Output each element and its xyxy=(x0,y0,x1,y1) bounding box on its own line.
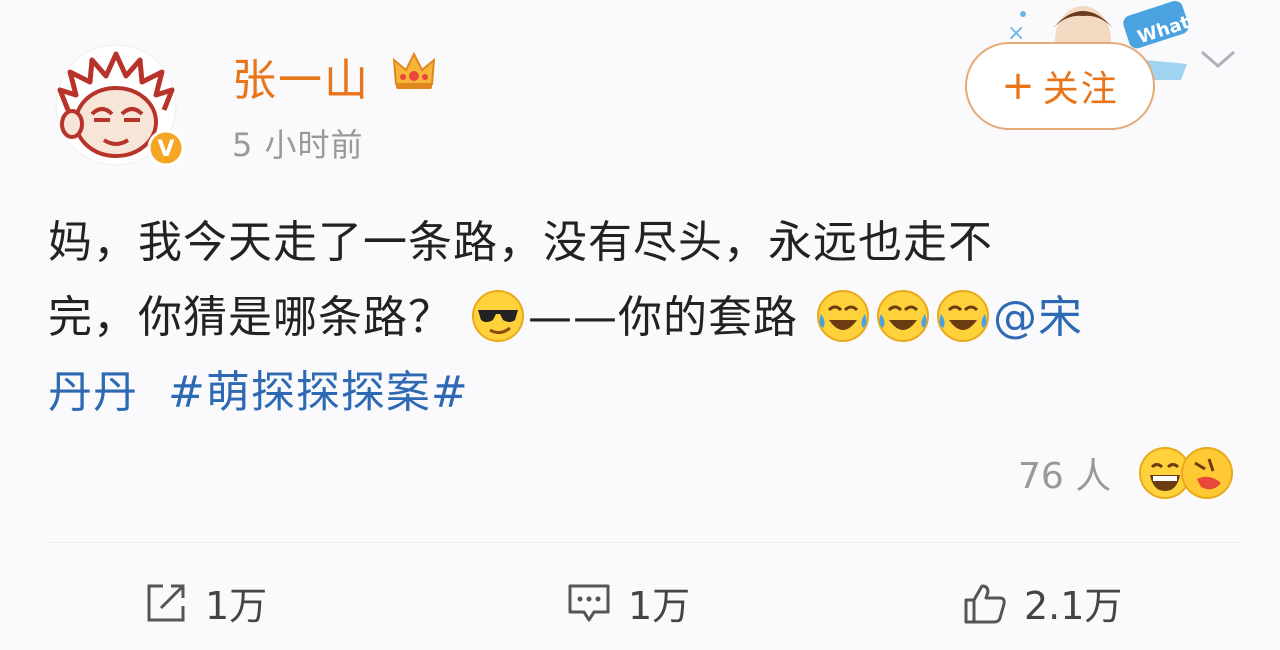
post-time: 5 小时前 xyxy=(232,126,364,164)
divider xyxy=(48,542,1238,543)
repost-button[interactable]: 1万 xyxy=(143,575,267,630)
laugh-cry-emoji-icon xyxy=(937,290,989,342)
mention-link[interactable]: @宋 xyxy=(993,292,1083,343)
comment-icon xyxy=(568,584,610,621)
monkey-avatar-icon: V xyxy=(55,44,185,167)
post-line-2a: 完，你猜是哪条路？ xyxy=(48,292,453,343)
thumbs-up-icon xyxy=(964,584,1006,623)
avatar[interactable]: V xyxy=(48,40,188,170)
comment-button[interactable]: 1万 xyxy=(566,575,690,630)
post-text: 妈，我今天走了一条路，没有尽头，永远也走不 完，你猜是哪条路？ ——你的套路 @… xyxy=(48,205,1238,430)
post-line-2b: ——你的套路 xyxy=(528,292,798,343)
like-count: 2.1万 xyxy=(1024,584,1123,628)
repost-icon xyxy=(147,584,185,621)
repost-count: 1万 xyxy=(205,584,268,628)
laugh-cry-emoji-icon xyxy=(817,290,869,342)
svg-text:V: V xyxy=(157,137,174,162)
follow-label: 关注 xyxy=(1042,69,1119,110)
hashtag-link[interactable]: #萌探探探案# xyxy=(168,367,469,418)
follow-button[interactable]: + 关注 xyxy=(965,42,1155,130)
sunglasses-emoji-icon xyxy=(472,290,524,342)
mention-link-cont[interactable]: 丹丹 xyxy=(48,367,138,418)
reaction-count: 76 人 xyxy=(1018,456,1112,497)
username[interactable]: 张一山 xyxy=(232,44,370,108)
crown-icon xyxy=(392,51,436,89)
laugh-cry-emoji-icon xyxy=(877,290,929,342)
like-button[interactable]: 2.1万 xyxy=(962,575,1122,630)
reactions-summary[interactable]: 76 人 xyxy=(1018,445,1235,501)
comment-count: 1万 xyxy=(628,584,691,628)
chevron-down-icon[interactable] xyxy=(1196,44,1240,74)
post-line-1: 妈，我今天走了一条路，没有尽头，永远也走不 xyxy=(48,217,993,268)
plus-icon: + xyxy=(1001,63,1037,109)
rofl-emoji-icon xyxy=(1181,447,1234,499)
